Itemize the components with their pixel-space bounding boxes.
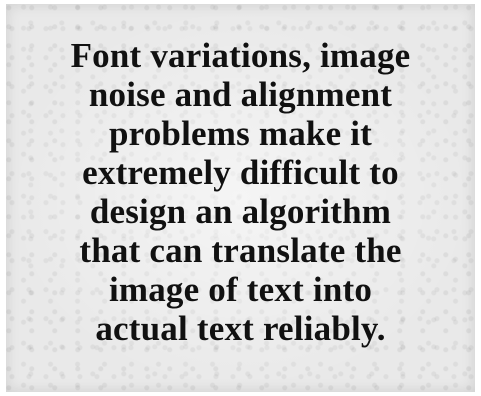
text-line-5: design an algorithm	[89, 192, 392, 231]
text-line-3: problems make it	[108, 114, 373, 153]
text-line-6: that can translate the	[79, 231, 402, 270]
text-line-1: Font variations, image	[70, 36, 411, 75]
text-line-8: actual text reliably.	[95, 309, 386, 348]
text-line-7: image of text into	[108, 270, 373, 309]
text-line-2: noise and alignment	[88, 75, 393, 114]
text-line-4: extremely difficult to	[82, 153, 399, 192]
body-paragraph: Font variations, image noise and alignme…	[6, 36, 475, 348]
paper-sheet: Font variations, image noise and alignme…	[6, 4, 475, 392]
